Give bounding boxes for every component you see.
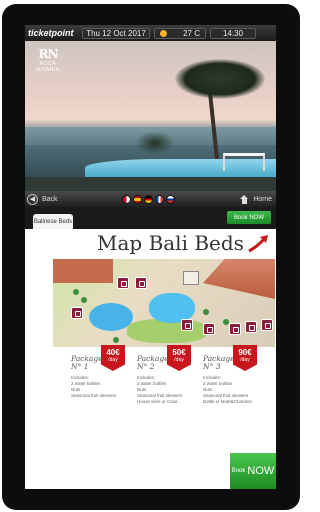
home-button[interactable]: Home — [232, 193, 272, 205]
price-badge: 90€ /day — [233, 345, 257, 371]
map-building — [53, 259, 113, 283]
include-item: House wine or Cava — [137, 399, 178, 404]
bed-pin[interactable] — [117, 277, 129, 289]
photo-sea — [25, 421, 276, 447]
time-display: 14:30 — [210, 27, 256, 39]
tab-row: Balinese Beds Book NOW — [25, 207, 276, 229]
package-title: Package N° 2 — [137, 355, 169, 371]
hero-image: RN ROCA NIVARIA — [25, 41, 276, 191]
price-badge: 50€ /day — [167, 345, 191, 371]
bed-pin[interactable] — [203, 323, 215, 335]
brand-logo: ticketpoint — [28, 28, 74, 38]
price-badge: 40€ /day — [101, 345, 125, 371]
content-area: Map Bali Beds Package N° 1 40€ /day Incl… — [25, 229, 276, 489]
package-title: Package N° 3 — [203, 355, 235, 371]
package-card-1[interactable]: Package N° 1 40€ /day Includes: 2 water … — [69, 345, 125, 419]
photo-bali-bed — [29, 427, 115, 467]
package-number: N° 3 — [203, 362, 221, 371]
package-title: Package N° 1 — [71, 355, 103, 371]
package-includes: Includes: 2 water bottles Nuts Seasonal … — [71, 375, 116, 399]
weather-display: 27 C — [154, 27, 206, 39]
palm-crown — [175, 59, 265, 99]
include-item: Nuts — [203, 387, 213, 392]
include-item: Bottle of Moët&Chandon — [203, 399, 253, 404]
bed-pin[interactable] — [245, 321, 257, 333]
map-title: Map Bali Beds — [97, 231, 244, 255]
price-period: /day — [240, 357, 250, 363]
include-item: 2 water bottles — [137, 381, 167, 386]
shrub — [135, 131, 175, 155]
status-bar: ticketpoint Thu 12 Oct 2017 27 C 14:30 — [25, 25, 276, 41]
includes-title: Includes: — [71, 375, 90, 380]
include-item: Seasonal fruit skewers — [71, 393, 117, 398]
bed-pin[interactable] — [181, 319, 193, 331]
hotel-logo-mark: RN — [38, 47, 59, 61]
flag-icon[interactable] — [144, 195, 153, 204]
package-number: N° 2 — [137, 362, 155, 371]
price-value: 50€ — [172, 348, 186, 357]
package-includes: Includes: 2 water bottles Nuts Seasonal … — [203, 375, 252, 405]
map-tree — [81, 297, 87, 303]
hero-terrace — [25, 177, 276, 191]
book-now-large-button[interactable]: Book NOW — [230, 453, 276, 489]
bed-pin[interactable] — [135, 277, 147, 289]
map-building — [203, 259, 275, 299]
map-pool — [89, 303, 133, 331]
language-flags — [122, 195, 175, 204]
tab-balinese-beds[interactable]: Balinese Beds — [33, 214, 73, 229]
package-card-3[interactable]: Package N° 3 90€ /day Includes: 2 water … — [201, 345, 257, 419]
date-display: Thu 12 Oct 2017 — [82, 27, 150, 39]
arrow-left-icon: ◀ — [27, 193, 38, 205]
includes-title: Includes: — [137, 375, 156, 380]
price-value: 90€ — [238, 348, 252, 357]
includes-title: Includes: — [203, 375, 222, 380]
include-item: 2 water bottles — [71, 381, 101, 386]
home-label: Home — [253, 195, 272, 203]
book-now-button[interactable]: Book NOW — [227, 211, 271, 224]
bed-pin[interactable] — [71, 307, 83, 319]
package-number: N° 1 — [71, 362, 89, 371]
flag-icon[interactable] — [133, 195, 142, 204]
package-card-2[interactable]: Package N° 2 50€ /day Includes: 2 water … — [135, 345, 191, 419]
map-cabana — [183, 271, 199, 285]
price-period: /day — [174, 357, 184, 363]
hotel-logo: RN ROCA NIVARIA — [30, 47, 66, 73]
sun-icon — [160, 29, 167, 37]
price-value: 40€ — [106, 348, 120, 357]
include-item: Seasonal fruit skewers — [203, 393, 249, 398]
resort-map[interactable] — [53, 259, 275, 347]
kiosk-screen: ticketpoint Thu 12 Oct 2017 27 C 14:30 R… — [25, 25, 276, 489]
back-label: Back — [42, 195, 58, 203]
map-tree — [113, 337, 119, 343]
bed-pin[interactable] — [229, 323, 241, 335]
cabana — [223, 153, 265, 171]
back-button[interactable]: ◀ Back — [27, 193, 75, 205]
curved-arrow-icon — [248, 235, 268, 253]
flag-icon[interactable] — [166, 195, 175, 204]
book-now-big-text: NOW — [247, 465, 275, 477]
hotel-logo-name: ROCA NIVARIA — [36, 61, 60, 73]
flag-icon[interactable] — [122, 195, 131, 204]
map-tree — [73, 289, 79, 295]
book-now-small-text: Book — [231, 468, 246, 474]
temperature-value: 27 C — [183, 28, 200, 38]
bed-pin[interactable] — [261, 319, 273, 331]
flag-icon[interactable] — [155, 195, 164, 204]
price-period: /day — [108, 357, 118, 363]
include-item: Nuts — [71, 387, 81, 392]
home-icon — [240, 194, 249, 204]
device-frame: ticketpoint Thu 12 Oct 2017 27 C 14:30 R… — [2, 4, 300, 510]
include-item: Nuts — [137, 387, 147, 392]
package-includes: Includes: 2 water bottles Nuts Seasonal … — [137, 375, 182, 405]
include-item: 2 water bottles — [203, 381, 233, 386]
nav-bar: ◀ Back Home — [25, 191, 276, 207]
map-tree — [203, 309, 209, 315]
include-item: Seasonal fruit skewers — [137, 393, 183, 398]
